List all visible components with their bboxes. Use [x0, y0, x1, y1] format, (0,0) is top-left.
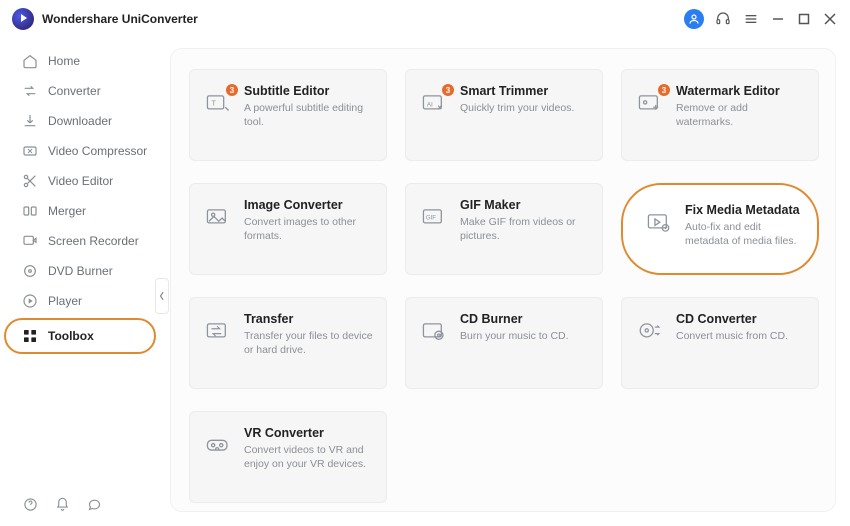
sidebar-item-label: Video Compressor: [48, 144, 147, 158]
image-icon: [204, 204, 232, 232]
toolbox-panel: T 3 Subtitle Editor A powerful subtitle …: [170, 48, 836, 512]
feedback-icon[interactable]: [86, 496, 102, 512]
titlebar: Wondershare UniConverter: [0, 0, 850, 38]
tool-grid: T 3 Subtitle Editor A powerful subtitle …: [189, 69, 817, 503]
sidebar-item-dvd-burner[interactable]: DVD Burner: [0, 256, 162, 286]
tool-transfer[interactable]: Transfer Transfer your files to device o…: [189, 297, 387, 389]
sidebar-item-screen-recorder[interactable]: Screen Recorder: [0, 226, 162, 256]
tool-title: Watermark Editor: [676, 84, 806, 98]
sidebar-item-label: Player: [48, 294, 82, 308]
close-button[interactable]: [822, 11, 838, 27]
sidebar-item-label: DVD Burner: [48, 264, 113, 278]
badge: 3: [658, 84, 670, 96]
sidebar-item-label: Screen Recorder: [48, 234, 139, 248]
tool-title: CD Converter: [676, 312, 788, 326]
watermark-icon: 3: [636, 90, 664, 118]
svg-text:T: T: [212, 99, 217, 108]
tool-desc: Remove or add watermarks.: [676, 102, 806, 129]
cd-burner-icon: [420, 318, 448, 346]
tool-desc: Auto-fix and edit metadata of media file…: [685, 221, 801, 248]
tool-subtitle-editor[interactable]: T 3 Subtitle Editor A powerful subtitle …: [189, 69, 387, 161]
svg-text:GIF: GIF: [426, 215, 436, 222]
tool-fix-media-metadata[interactable]: Fix Media Metadata Auto-fix and edit met…: [621, 183, 819, 275]
tool-gif-maker[interactable]: GIF GIF Maker Make GIF from videos or pi…: [405, 183, 603, 275]
tool-desc: Convert music from CD.: [676, 330, 788, 344]
vr-icon: [204, 432, 232, 460]
scissors-icon: [22, 173, 38, 189]
tool-desc: Convert images to other formats.: [244, 216, 374, 243]
home-icon: [22, 53, 38, 69]
compress-icon: [22, 143, 38, 159]
sidebar-item-player[interactable]: Player: [0, 286, 162, 316]
sidebar-item-toolbox[interactable]: Toolbox: [4, 318, 156, 354]
minimize-button[interactable]: [770, 11, 786, 27]
maximize-button[interactable]: [796, 11, 812, 27]
svg-text:AI: AI: [427, 101, 433, 108]
hamburger-menu-icon[interactable]: [742, 10, 760, 28]
sidebar-item-converter[interactable]: Converter: [0, 76, 162, 106]
disc-icon: [22, 263, 38, 279]
app-logo-icon: [12, 8, 34, 30]
subtitle-icon: T 3: [204, 90, 232, 118]
merge-icon: [22, 203, 38, 219]
trimmer-icon: AI 3: [420, 90, 448, 118]
tool-title: Fix Media Metadata: [685, 203, 801, 217]
tool-desc: Quickly trim your videos.: [460, 102, 574, 116]
gif-icon: GIF: [420, 204, 448, 232]
sidebar-item-label: Converter: [48, 84, 101, 98]
tool-title: GIF Maker: [460, 198, 590, 212]
help-icon[interactable]: [22, 496, 38, 512]
badge: 3: [442, 84, 454, 96]
sidebar-item-video-compressor[interactable]: Video Compressor: [0, 136, 162, 166]
play-icon: [22, 293, 38, 309]
tool-watermark-editor[interactable]: 3 Watermark Editor Remove or add waterma…: [621, 69, 819, 161]
tool-cd-burner[interactable]: CD Burner Burn your music to CD.: [405, 297, 603, 389]
tool-desc: A powerful subtitle editing tool.: [244, 102, 374, 129]
tool-title: Subtitle Editor: [244, 84, 374, 98]
tool-title: CD Burner: [460, 312, 569, 326]
cd-converter-icon: [636, 318, 664, 346]
tool-desc: Burn your music to CD.: [460, 330, 569, 344]
sidebar-item-label: Merger: [48, 204, 86, 218]
tool-title: Transfer: [244, 312, 374, 326]
tool-title: Image Converter: [244, 198, 374, 212]
tool-title: Smart Trimmer: [460, 84, 574, 98]
sidebar-item-home[interactable]: Home: [0, 46, 162, 76]
tool-desc: Make GIF from videos or pictures.: [460, 216, 590, 243]
tool-title: VR Converter: [244, 426, 374, 440]
tool-desc: Transfer your files to device or hard dr…: [244, 330, 374, 357]
toolbox-icon: [22, 328, 38, 344]
bell-icon[interactable]: [54, 496, 70, 512]
sidebar-item-downloader[interactable]: Downloader: [0, 106, 162, 136]
sidebar: Home Converter Downloader Video Compress…: [0, 38, 162, 526]
metadata-icon: [645, 209, 673, 237]
sidebar-item-label: Downloader: [48, 114, 112, 128]
sidebar-item-label: Toolbox: [48, 329, 94, 343]
tool-cd-converter[interactable]: CD Converter Convert music from CD.: [621, 297, 819, 389]
badge: 3: [226, 84, 238, 96]
account-icon[interactable]: [684, 9, 704, 29]
converter-icon: [22, 83, 38, 99]
headset-icon[interactable]: [714, 10, 732, 28]
sidebar-item-label: Home: [48, 54, 80, 68]
sidebar-item-label: Video Editor: [48, 174, 113, 188]
tool-image-converter[interactable]: Image Converter Convert images to other …: [189, 183, 387, 275]
tool-desc: Convert videos to VR and enjoy on your V…: [244, 444, 374, 471]
transfer-icon: [204, 318, 232, 346]
sidebar-item-video-editor[interactable]: Video Editor: [0, 166, 162, 196]
download-icon: [22, 113, 38, 129]
record-icon: [22, 233, 38, 249]
tool-vr-converter[interactable]: VR Converter Convert videos to VR and en…: [189, 411, 387, 503]
tool-smart-trimmer[interactable]: AI 3 Smart Trimmer Quickly trim your vid…: [405, 69, 603, 161]
collapse-sidebar-button[interactable]: [155, 278, 169, 314]
app-title: Wondershare UniConverter: [42, 12, 198, 26]
sidebar-item-merger[interactable]: Merger: [0, 196, 162, 226]
